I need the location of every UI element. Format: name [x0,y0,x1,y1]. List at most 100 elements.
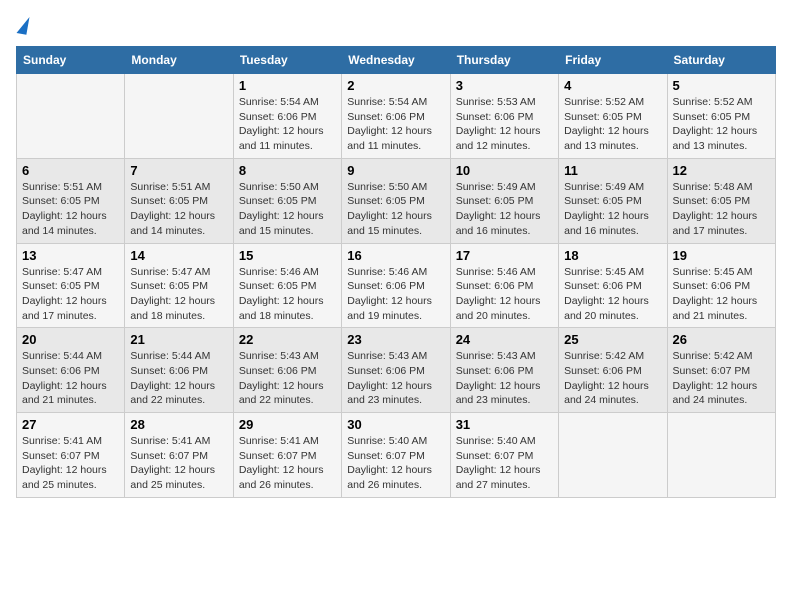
week-row-3: 13 Sunrise: 5:47 AMSunset: 6:05 PMDayligh… [17,243,776,328]
day-number: 20 [22,332,119,347]
day-detail: Sunrise: 5:54 AMSunset: 6:06 PMDaylight:… [347,95,444,154]
day-detail: Sunrise: 5:42 AMSunset: 6:06 PMDaylight:… [564,349,661,408]
day-number: 23 [347,332,444,347]
calendar-cell [559,413,667,498]
page-header [16,16,776,34]
day-detail: Sunrise: 5:40 AMSunset: 6:07 PMDaylight:… [456,434,553,493]
day-header-monday: Monday [125,47,233,74]
day-header-saturday: Saturday [667,47,775,74]
calendar-cell: 13 Sunrise: 5:47 AMSunset: 6:05 PMDayligh… [17,243,125,328]
calendar-cell: 20Sunrise: 5:44 AMSunset: 6:06 PMDayligh… [17,328,125,413]
calendar-cell: 5 Sunrise: 5:52 AMSunset: 6:05 PMDaylight… [667,74,775,159]
calendar-cell: 11Sunrise: 5:49 AMSunset: 6:05 PMDayligh… [559,158,667,243]
day-detail: Sunrise: 5:43 AMSunset: 6:06 PMDaylight:… [239,349,336,408]
day-number: 30 [347,417,444,432]
day-detail: Sunrise: 5:52 AMSunset: 6:05 PMDaylight:… [564,95,661,154]
day-number: 6 [22,163,119,178]
logo [16,16,28,34]
day-detail: Sunrise: 5:43 AMSunset: 6:06 PMDaylight:… [456,349,553,408]
calendar-cell: 30 Sunrise: 5:40 AMSunset: 6:07 PMDayligh… [342,413,450,498]
calendar-cell: 29Sunrise: 5:41 AMSunset: 6:07 PMDayligh… [233,413,341,498]
day-header-tuesday: Tuesday [233,47,341,74]
day-number: 29 [239,417,336,432]
day-number: 15 [239,248,336,263]
day-detail: Sunrise: 5:43 AMSunset: 6:06 PMDaylight:… [347,349,444,408]
calendar-cell: 27 Sunrise: 5:41 AMSunset: 6:07 PMDayligh… [17,413,125,498]
day-detail: Sunrise: 5:46 AMSunset: 6:05 PMDaylight:… [239,265,336,324]
calendar-cell: 14 Sunrise: 5:47 AMSunset: 6:05 PMDayligh… [125,243,233,328]
logo-icon [17,15,30,34]
calendar-cell: 26Sunrise: 5:42 AMSunset: 6:07 PMDayligh… [667,328,775,413]
day-number: 16 [347,248,444,263]
calendar-cell: 31 Sunrise: 5:40 AMSunset: 6:07 PMDayligh… [450,413,558,498]
calendar-cell: 21 Sunrise: 5:44 AMSunset: 6:06 PMDayligh… [125,328,233,413]
calendar-cell [17,74,125,159]
calendar-cell: 10 Sunrise: 5:49 AMSunset: 6:05 PMDayligh… [450,158,558,243]
week-row-2: 6 Sunrise: 5:51 AMSunset: 6:05 PMDaylight… [17,158,776,243]
day-number: 1 [239,78,336,93]
day-detail: Sunrise: 5:40 AMSunset: 6:07 PMDaylight:… [347,434,444,493]
header-row: SundayMondayTuesdayWednesdayThursdayFrid… [17,47,776,74]
day-detail: Sunrise: 5:45 AMSunset: 6:06 PMDaylight:… [673,265,770,324]
day-detail: Sunrise: 5:46 AMSunset: 6:06 PMDaylight:… [347,265,444,324]
day-number: 4 [564,78,661,93]
week-row-4: 20 Sunrise: 5:44 AMSunset: 6:06 PMDayligh… [17,328,776,413]
day-number: 12 [673,163,770,178]
day-number: 13 [22,248,119,263]
day-number: 27 [22,417,119,432]
calendar-cell: 12 Sunrise: 5:48 AMSunset: 6:05 PMDayligh… [667,158,775,243]
calendar-cell: 2 Sunrise: 5:54 AMSunset: 6:06 PMDaylight… [342,74,450,159]
calendar-cell: 24 Sunrise: 5:43 AMSunset: 6:06 PMDayligh… [450,328,558,413]
day-number: 7 [130,163,227,178]
calendar-cell: 15 Sunrise: 5:46 AMSunset: 6:05 PMDayligh… [233,243,341,328]
calendar-cell: 28 Sunrise: 5:41 AMSunset: 6:07 PMDayligh… [125,413,233,498]
calendar-cell [667,413,775,498]
day-detail: Sunrise: 5:53 AMSunset: 6:06 PMDaylight:… [456,95,553,154]
day-detail: Sunrise: 5:51 AMSunset: 6:05 PMDaylight:… [22,180,119,239]
day-detail: Sunrise: 5:50 AMSunset: 6:05 PMDaylight:… [347,180,444,239]
day-number: 28 [130,417,227,432]
day-detail: Sunrise: 5:54 AMSunset: 6:06 PMDaylight:… [239,95,336,154]
day-number: 25 [564,332,661,347]
day-number: 14 [130,248,227,263]
day-detail: Sunrise: 5:46 AMSunset: 6:06 PMDaylight:… [456,265,553,324]
calendar-cell: 8Sunrise: 5:50 AMSunset: 6:05 PMDaylight… [233,158,341,243]
calendar-cell: 22Sunrise: 5:43 AMSunset: 6:06 PMDayligh… [233,328,341,413]
day-number: 18 [564,248,661,263]
day-detail: Sunrise: 5:45 AMSunset: 6:06 PMDaylight:… [564,265,661,324]
week-row-5: 27 Sunrise: 5:41 AMSunset: 6:07 PMDayligh… [17,413,776,498]
day-detail: Sunrise: 5:52 AMSunset: 6:05 PMDaylight:… [673,95,770,154]
day-number: 21 [130,332,227,347]
day-number: 9 [347,163,444,178]
day-header-sunday: Sunday [17,47,125,74]
day-number: 11 [564,163,661,178]
day-number: 5 [673,78,770,93]
day-number: 10 [456,163,553,178]
day-detail: Sunrise: 5:41 AMSunset: 6:07 PMDaylight:… [22,434,119,493]
day-number: 24 [456,332,553,347]
week-row-1: 1 Sunrise: 5:54 AMSunset: 6:06 PMDaylight… [17,74,776,159]
calendar-cell: 18 Sunrise: 5:45 AMSunset: 6:06 PMDayligh… [559,243,667,328]
day-detail: Sunrise: 5:44 AMSunset: 6:06 PMDaylight:… [130,349,227,408]
day-detail: Sunrise: 5:48 AMSunset: 6:05 PMDaylight:… [673,180,770,239]
day-detail: Sunrise: 5:49 AMSunset: 6:05 PMDaylight:… [456,180,553,239]
day-detail: Sunrise: 5:47 AMSunset: 6:05 PMDaylight:… [130,265,227,324]
day-number: 3 [456,78,553,93]
day-detail: Sunrise: 5:51 AMSunset: 6:05 PMDaylight:… [130,180,227,239]
day-number: 19 [673,248,770,263]
calendar-cell: 7 Sunrise: 5:51 AMSunset: 6:05 PMDaylight… [125,158,233,243]
day-detail: Sunrise: 5:41 AMSunset: 6:07 PMDaylight:… [130,434,227,493]
day-number: 17 [456,248,553,263]
day-number: 2 [347,78,444,93]
day-number: 31 [456,417,553,432]
calendar-cell: 6 Sunrise: 5:51 AMSunset: 6:05 PMDaylight… [17,158,125,243]
day-detail: Sunrise: 5:47 AMSunset: 6:05 PMDaylight:… [22,265,119,324]
calendar-cell: 4 Sunrise: 5:52 AMSunset: 6:05 PMDaylight… [559,74,667,159]
day-detail: Sunrise: 5:42 AMSunset: 6:07 PMDaylight:… [673,349,770,408]
calendar-cell: 17 Sunrise: 5:46 AMSunset: 6:06 PMDayligh… [450,243,558,328]
calendar-cell [125,74,233,159]
day-header-thursday: Thursday [450,47,558,74]
calendar-cell: 9 Sunrise: 5:50 AMSunset: 6:05 PMDaylight… [342,158,450,243]
calendar-cell: 3 Sunrise: 5:53 AMSunset: 6:06 PMDaylight… [450,74,558,159]
calendar-cell: 1 Sunrise: 5:54 AMSunset: 6:06 PMDaylight… [233,74,341,159]
